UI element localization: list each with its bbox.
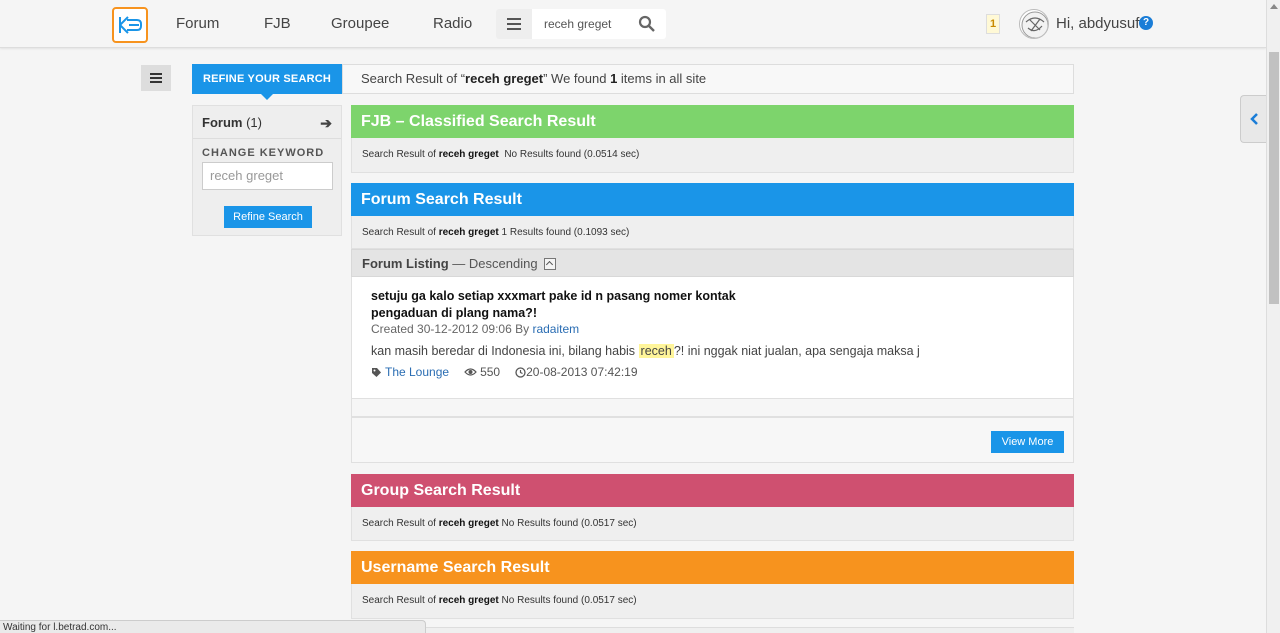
refine-sidebar: Forum (1) ➔ CHANGE KEYWORD receh greget … <box>192 105 342 236</box>
avatar-image-icon <box>1021 11 1048 38</box>
username-section-header: Username Search Result <box>351 551 1074 584</box>
nav-groupee[interactable]: Groupee <box>331 15 389 32</box>
avatar[interactable] <box>1019 9 1049 39</box>
thread-title[interactable]: setuju ga kalo setiap xxxmart pake id n … <box>371 288 791 322</box>
next-section-edge <box>351 627 1074 633</box>
snippet-before: kan masih beredar di Indonesia ini, bila… <box>371 344 639 358</box>
summary-query: receh greget <box>465 71 544 86</box>
group-section-header: Group Search Result <box>351 474 1074 507</box>
search-menu-button[interactable] <box>496 9 532 39</box>
username-section-body: Search Result of receh greget No Results… <box>351 584 1074 619</box>
hamburger-icon <box>507 18 521 30</box>
listing-label: Forum Listing <box>362 256 449 271</box>
kaskus-logo[interactable] <box>112 7 148 43</box>
snippet-highlight: receh <box>638 344 674 358</box>
thread-spacer <box>351 399 1074 417</box>
result-summary: Search Result of “receh greget” We found… <box>342 64 1074 94</box>
summary-suffix: items in all site <box>617 71 707 86</box>
group-query: receh greget <box>438 518 499 529</box>
thread-meta: The Lounge 550 20-08-2013 07:42:19 <box>371 365 641 379</box>
username-status: No Results found (0.0517 sec) <box>501 595 637 606</box>
sidebar-item-forum[interactable]: Forum (1) <box>202 115 262 130</box>
refine-search-button[interactable]: Refine Search <box>224 206 312 228</box>
summary-mid: ” We found <box>543 71 611 86</box>
fjb-status: No Results found (0.0514 sec) <box>504 149 640 160</box>
group-prefix: Search Result of <box>362 518 439 529</box>
nav-fjb[interactable]: FJB <box>264 15 291 32</box>
chevron-left-icon <box>1249 113 1258 125</box>
fjb-section-body: Search Result of receh greget No Results… <box>351 138 1074 173</box>
menu-icon <box>150 73 162 83</box>
snippet-after: ?! ini nggak niat jualan, apa sengaja ma… <box>673 344 920 358</box>
user-greeting[interactable]: Hi, abdyusuf <box>1056 15 1139 32</box>
nav-forum[interactable]: Forum <box>176 15 219 32</box>
collapse-icon[interactable] <box>543 257 556 270</box>
forum-filter-label: Forum <box>202 115 243 130</box>
notification-badge[interactable]: 1 <box>986 14 1000 34</box>
thread-title-line1: setuju ga kalo setiap xxxmart pake id n … <box>371 289 736 303</box>
eye-icon <box>464 368 477 376</box>
kaskus-k-icon <box>119 16 142 34</box>
list-item: setuju ga kalo setiap xxxmart pake id n … <box>351 277 1074 399</box>
fjb-query: receh greget <box>438 149 499 160</box>
forum-query: receh greget <box>438 227 499 238</box>
clock-icon <box>515 366 526 378</box>
summary-prefix: Search Result of “ <box>361 71 466 86</box>
search-input[interactable]: receh greget <box>544 17 611 31</box>
divider <box>193 138 341 139</box>
search-icon[interactable] <box>638 15 656 33</box>
created-prefix: Created 30-12-2012 09:06 By <box>371 322 533 336</box>
username-query: receh greget <box>438 595 499 606</box>
refine-search-tab[interactable]: REFINE YOUR SEARCH <box>192 64 342 100</box>
arrow-right-icon[interactable]: ➔ <box>320 115 332 132</box>
thread-snippet: kan masih beredar di Indonesia ini, bila… <box>371 344 920 358</box>
sidebar-toggle-button[interactable] <box>141 65 171 91</box>
fjb-prefix: Search Result of <box>362 149 439 160</box>
forum-prefix: Search Result of <box>362 227 439 238</box>
listing-order[interactable]: — Descending <box>449 256 537 271</box>
page-scrollbar[interactable] <box>1266 0 1280 633</box>
group-status: No Results found (0.0517 sec) <box>501 518 637 529</box>
view-more-area: View More <box>351 417 1074 463</box>
thread-category-link[interactable]: The Lounge <box>385 365 449 379</box>
fjb-section-header: FJB – Classified Search Result <box>351 105 1074 138</box>
nav-radio[interactable]: Radio <box>433 15 472 32</box>
view-more-button[interactable]: View More <box>991 431 1064 453</box>
thread-title-line2: pengaduan di plang nama?! <box>371 306 537 320</box>
group-section-body: Search Result of receh greget No Results… <box>351 507 1074 541</box>
thread-last-post: 20-08-2013 07:42:19 <box>526 365 638 379</box>
side-panel-toggle[interactable] <box>1240 95 1266 143</box>
search-box: receh greget <box>496 9 666 39</box>
scroll-thumb[interactable] <box>1269 52 1279 304</box>
forum-listing-bar: Forum Listing — Descending <box>351 249 1074 277</box>
thread-created: Created 30-12-2012 09:06 By radaitem <box>371 322 579 336</box>
scroll-up-arrow-icon[interactable] <box>1270 4 1278 9</box>
browser-status-bar: Waiting for l.betrad.com... <box>0 620 426 633</box>
forum-section-body: Search Result of receh greget 1 Results … <box>351 216 1074 249</box>
keyword-input[interactable]: receh greget <box>202 162 333 190</box>
forum-status: 1 Results found (0.1093 sec) <box>501 227 630 238</box>
username-prefix: Search Result of <box>362 595 439 606</box>
tag-icon <box>372 367 381 377</box>
help-icon[interactable]: ? <box>1139 16 1153 30</box>
top-navbar: Forum FJB Groupee Radio receh greget 1 H… <box>0 0 1266 48</box>
forum-filter-count: (1) <box>246 115 262 130</box>
forum-section-header: Forum Search Result <box>351 183 1074 216</box>
thread-author-link[interactable]: radaitem <box>532 322 579 336</box>
change-keyword-label: CHANGE KEYWORD <box>202 147 325 159</box>
thread-views: 550 <box>480 365 501 379</box>
